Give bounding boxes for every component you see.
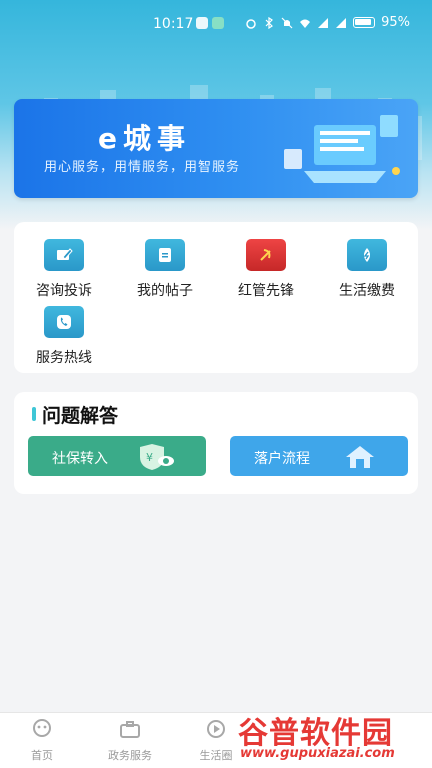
qa-card: 问题解答 社保转入 ¥ 落户流程 <box>14 392 418 494</box>
status-time: 10:17 <box>153 16 194 32</box>
watermark-url: www.gupuxiazai.com <box>240 746 395 761</box>
service-red-pioneer[interactable]: 红管先锋 <box>216 239 316 300</box>
services-card: 咨询投诉 我的帖子 红管先锋 生活缴费 服务热线 <box>14 222 418 373</box>
mute-icon <box>281 17 293 28</box>
wifi-icon <box>300 19 311 28</box>
tab-home[interactable]: 首页 <box>2 719 82 763</box>
service-label: 我的帖子 <box>137 283 193 299</box>
watermark: 谷普软件园 www.gupuxiazai.com <box>236 700 432 768</box>
service-label: 服务热线 <box>36 350 92 366</box>
service-label: 生活缴费 <box>339 283 395 299</box>
service-label: 咨询投诉 <box>36 283 92 299</box>
house-icon <box>346 446 374 468</box>
shield-money-icon: ¥ <box>140 444 174 470</box>
document-icon <box>145 239 185 271</box>
service-consult-complaint[interactable]: 咨询投诉 <box>14 239 114 300</box>
payment-icon <box>347 239 387 271</box>
signal-icon-2 <box>336 17 347 28</box>
status-bar: 10:17 95% <box>0 0 432 50</box>
service-hotline[interactable]: 服务热线 <box>14 306 114 367</box>
play-icon <box>207 720 225 738</box>
banner-subtitle: 用心服务，用情服务，用智服务 <box>44 160 241 175</box>
bluetooth-icon <box>265 16 274 29</box>
service-label: 红管先锋 <box>238 283 294 299</box>
service-utility-payment[interactable]: 生活缴费 <box>317 239 417 300</box>
button-label: 社保转入 <box>52 451 108 467</box>
alarm-icon <box>246 18 256 29</box>
home-icon <box>33 719 51 737</box>
qa-title: 问题解答 <box>42 405 119 427</box>
edit-icon <box>44 239 84 271</box>
social-security-transfer-button[interactable]: 社保转入 ¥ <box>28 436 206 476</box>
household-registration-button[interactable]: 落户流程 <box>230 436 408 476</box>
phone-icon <box>44 306 84 338</box>
banner-title: e城事 <box>98 122 191 155</box>
battery-icon <box>353 17 376 28</box>
promo-banner[interactable]: e城事 用心服务，用情服务，用智服务 <box>14 99 418 198</box>
shield-icon <box>196 17 208 29</box>
button-label: 落户流程 <box>254 451 310 467</box>
signal-icon <box>318 17 329 28</box>
svg-text:¥: ¥ <box>146 451 153 464</box>
tab-label: 政务服务 <box>108 749 152 762</box>
tab-government-services[interactable]: 政务服务 <box>90 719 170 763</box>
service-my-posts[interactable]: 我的帖子 <box>115 239 215 300</box>
title-accent-bar <box>32 407 36 421</box>
briefcase-icon <box>120 721 140 738</box>
battery-percent: 95% <box>381 15 410 30</box>
app-icon <box>212 17 224 29</box>
tab-label: 首页 <box>31 749 53 762</box>
party-emblem-icon <box>246 239 286 271</box>
computer-illustration-icon <box>284 115 400 183</box>
